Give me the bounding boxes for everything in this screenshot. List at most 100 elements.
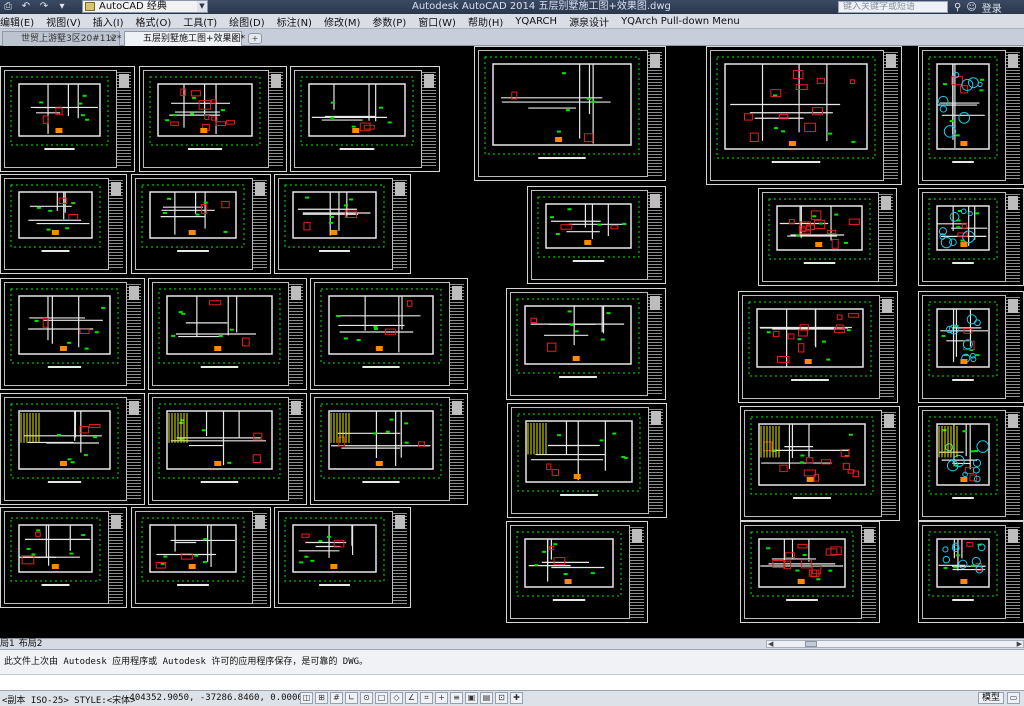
drawing-sheet[interactable] xyxy=(310,278,468,390)
title-block xyxy=(1005,525,1020,619)
undo-icon[interactable]: ↶ xyxy=(20,1,32,13)
3d-osnap-icon[interactable]: ◇ xyxy=(390,692,403,704)
menu-tools[interactable]: 工具(T) xyxy=(183,14,217,29)
menu-dimension[interactable]: 标注(N) xyxy=(277,14,312,29)
entry-marker xyxy=(214,346,222,351)
drawing-sheet[interactable] xyxy=(918,406,1024,521)
otrack-icon[interactable]: ∠ xyxy=(405,692,418,704)
drawing-sheet[interactable] xyxy=(0,278,145,390)
osnap-icon[interactable]: □ xyxy=(375,692,388,704)
drawing-sheet[interactable] xyxy=(738,291,898,403)
menu-parametric[interactable]: 参数(P) xyxy=(372,14,406,29)
search-input[interactable]: 键入关键字或短语 xyxy=(838,1,948,13)
menu-yqarch-pulldown[interactable]: YQArch Pull-down Menu xyxy=(621,16,740,27)
drawing-sheet[interactable] xyxy=(918,46,1024,185)
tab-document-1[interactable]: 世贸上游墅3区20#112* × xyxy=(2,31,121,46)
furniture xyxy=(969,474,978,482)
layout-tab-2[interactable]: 布局2 xyxy=(19,639,43,649)
drawing-sheet[interactable] xyxy=(0,174,127,274)
menu-view[interactable]: 视图(V) xyxy=(46,14,81,29)
room-label xyxy=(781,130,786,133)
furniture xyxy=(200,204,208,214)
drawing-sheet[interactable] xyxy=(507,403,667,518)
room-label xyxy=(83,454,88,457)
drawing-sheet[interactable] xyxy=(148,393,307,505)
chevron-down-icon[interactable]: ▼ xyxy=(197,1,207,12)
search-icon[interactable]: ⚲ xyxy=(954,2,961,13)
menu-insert[interactable]: 插入(I) xyxy=(93,14,124,29)
title-block xyxy=(647,190,662,280)
drawing-sheet[interactable] xyxy=(274,507,411,608)
scroll-right-icon[interactable]: ▶ xyxy=(1017,639,1022,649)
scroll-thumb[interactable] xyxy=(805,641,817,647)
drawing-sheet[interactable] xyxy=(918,291,1024,403)
scroll-left-icon[interactable]: ◀ xyxy=(768,639,773,649)
command-input[interactable] xyxy=(0,674,1024,690)
drawing-sheet[interactable] xyxy=(506,288,666,400)
tab-document-2[interactable]: 五层别墅施工图+效果图* × xyxy=(124,31,245,46)
drawing-sheet[interactable] xyxy=(918,521,1024,623)
polar-icon[interactable]: ⊙ xyxy=(360,692,373,704)
print-icon[interactable]: ⎙ xyxy=(2,1,14,13)
user-icon[interactable]: ☺ xyxy=(966,2,976,13)
grid-icon[interactable]: # xyxy=(330,692,343,704)
room-label xyxy=(953,566,958,569)
layout-tab-1[interactable]: 局1 xyxy=(0,639,15,649)
exterior-wall xyxy=(936,308,990,368)
drawing-sheet[interactable] xyxy=(474,46,666,181)
selection-cycling-icon[interactable]: ⊡ xyxy=(495,692,508,704)
lineweight-icon[interactable]: ≡ xyxy=(450,692,463,704)
redo-icon[interactable]: ↷ xyxy=(38,1,50,13)
drawing-sheet[interactable] xyxy=(0,393,145,505)
menu-yuanquan[interactable]: 源泉设计 xyxy=(569,14,609,29)
drawing-canvas[interactable] xyxy=(0,46,1024,638)
drawing-sheet[interactable] xyxy=(274,174,411,274)
menu-window[interactable]: 窗口(W) xyxy=(418,14,456,29)
horizontal-scrollbar[interactable]: ◀ ▶ xyxy=(766,640,1024,648)
menu-yqarch[interactable]: YQARCH xyxy=(515,16,557,27)
drawing-sheet[interactable] xyxy=(148,278,307,390)
drawing-sheet[interactable] xyxy=(527,186,666,284)
fixture xyxy=(949,212,960,222)
drawing-sheet[interactable] xyxy=(706,46,902,185)
drawing-sheet[interactable] xyxy=(0,507,127,608)
drawing-sheet[interactable] xyxy=(506,521,648,623)
workspace-dropdown[interactable]: AutoCAD 经典 ▼ xyxy=(82,0,208,13)
drawing-sheet[interactable] xyxy=(740,406,900,521)
close-icon[interactable]: × xyxy=(230,32,238,46)
transparency-icon[interactable]: ▣ xyxy=(465,692,478,704)
drawing-sheet[interactable] xyxy=(131,174,271,274)
infer-constraints-icon[interactable]: ◫ xyxy=(300,692,313,704)
drawing-sheet[interactable] xyxy=(310,393,468,505)
title-block xyxy=(108,178,123,270)
drawing-sheet[interactable] xyxy=(131,507,271,608)
close-icon[interactable]: × xyxy=(108,32,116,46)
ortho-icon[interactable]: ∟ xyxy=(345,692,358,704)
menu-edit[interactable]: 编辑(E) xyxy=(0,14,34,29)
menu-draw[interactable]: 绘图(D) xyxy=(229,14,265,29)
drawing-sheet[interactable] xyxy=(918,188,1024,286)
dropdown-icon[interactable]: ▾ xyxy=(56,1,68,13)
layout-icon[interactable]: ▭ xyxy=(1007,692,1021,704)
annotation-monitor-icon[interactable]: ✚ xyxy=(510,692,523,704)
drawing-sheet[interactable] xyxy=(758,188,897,286)
snap-icon[interactable]: ⊞ xyxy=(315,692,328,704)
drawing-sheet[interactable] xyxy=(290,66,440,172)
command-history-line: 此文件上次由 Autodesk 应用程序或 Autodesk 许可的应用程序保存… xyxy=(4,657,369,667)
floor-plan xyxy=(10,76,109,150)
furniture xyxy=(35,531,41,537)
drawing-sheet[interactable] xyxy=(139,66,287,172)
login-link[interactable]: 登录 xyxy=(982,0,1002,15)
drawing-sheet[interactable] xyxy=(0,66,135,172)
fixture xyxy=(960,208,967,215)
dyn-icon[interactable]: + xyxy=(435,692,448,704)
ducs-icon[interactable]: ⌗ xyxy=(420,692,433,704)
model-button[interactable]: 模型 xyxy=(978,692,1005,704)
room-label xyxy=(973,450,978,453)
menu-format[interactable]: 格式(O) xyxy=(136,14,172,29)
menu-help[interactable]: 帮助(H) xyxy=(468,14,503,29)
quick-properties-icon[interactable]: ▤ xyxy=(480,692,493,704)
menu-modify[interactable]: 修改(M) xyxy=(324,14,360,29)
new-tab-button[interactable]: + xyxy=(248,33,262,44)
drawing-sheet[interactable] xyxy=(740,521,880,623)
